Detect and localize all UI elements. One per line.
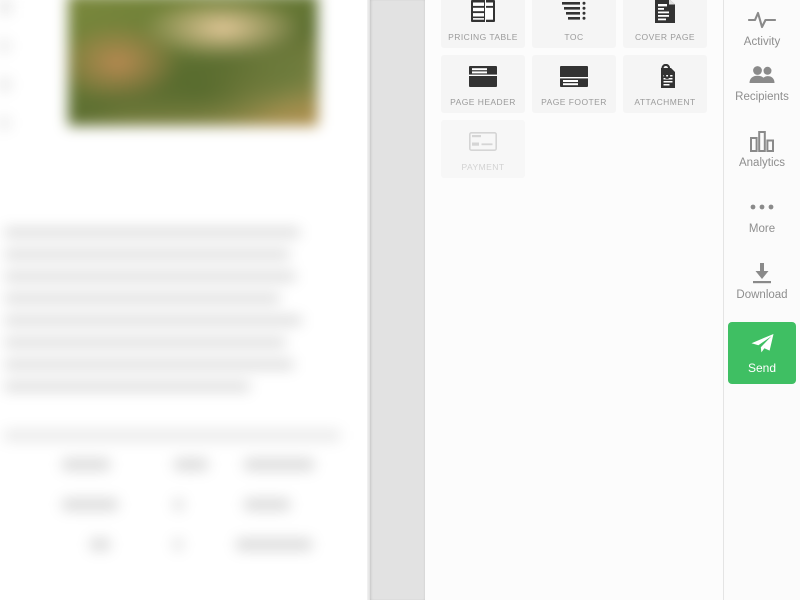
document-page[interactable] [0, 0, 370, 600]
page-header-icon [441, 55, 525, 98]
block-tile-label: PAGE FOOTER [541, 96, 607, 107]
block-tile-attachment[interactable]: ATTACHMENT [623, 55, 707, 113]
content-blocks-panel: PRICING TABLE TOC COVER PAGE PAGE HEADER… [425, 0, 723, 600]
document-editor-app: PRICING TABLE TOC COVER PAGE PAGE HEADER… [0, 0, 800, 600]
block-tile-label: PRICING TABLE [448, 31, 518, 42]
pricing-table-icon [441, 0, 525, 33]
cover-page-icon [623, 0, 707, 33]
rail-item-more[interactable]: More [724, 182, 800, 248]
table-row [4, 539, 340, 557]
block-tile-page-header[interactable]: PAGE HEADER [441, 55, 525, 113]
block-tile-cover-page[interactable]: COVER PAGE [623, 0, 707, 48]
more-dots-icon [749, 194, 775, 220]
right-rail: Activity Recipients Analytics More Downl… [724, 0, 800, 600]
send-paper-plane-icon [749, 332, 775, 357]
block-tile-pricing-table[interactable]: PRICING TABLE [441, 0, 525, 48]
block-tile-label: PAYMENT [461, 161, 505, 172]
rail-item-download[interactable]: Download [724, 248, 800, 314]
send-button-label: Send [747, 361, 777, 375]
block-tile-toc[interactable]: TOC [532, 0, 616, 48]
block-tile-label: TOC [564, 31, 584, 42]
recipients-people-icon [748, 62, 776, 88]
send-button[interactable]: Send [728, 322, 796, 384]
rail-item-label: More [748, 223, 776, 236]
block-tile-label: COVER PAGE [634, 31, 696, 42]
payment-card-icon [441, 120, 525, 163]
document-preview-pane[interactable] [0, 0, 370, 600]
table-row [4, 459, 340, 477]
activity-pulse-icon [748, 7, 776, 33]
download-arrow-icon [750, 260, 774, 286]
block-tile-page-footer[interactable]: PAGE FOOTER [532, 55, 616, 113]
rail-item-activity[interactable]: Activity [724, 0, 800, 50]
rail-item-label: Activity [743, 35, 781, 48]
page-footer-icon [532, 55, 616, 98]
rail-item-recipients[interactable]: Recipients [724, 50, 800, 116]
hero-photo[interactable] [68, 0, 318, 126]
rail-item-analytics[interactable]: Analytics [724, 116, 800, 182]
analytics-bars-icon [749, 128, 775, 154]
toc-icon [532, 0, 616, 33]
block-tile-label: PAGE HEADER [450, 96, 516, 107]
attachment-icon [623, 55, 707, 98]
document-table[interactable] [4, 430, 340, 579]
table-top-rule [4, 430, 340, 441]
rail-item-label: Recipients [735, 91, 789, 104]
content-blocks-grid: PRICING TABLE TOC COVER PAGE PAGE HEADER… [441, 0, 707, 178]
document-body-text [4, 228, 304, 404]
block-tile-payment: PAYMENT [441, 120, 525, 178]
document-page-edge [367, 0, 370, 600]
rail-item-label: Analytics [738, 157, 786, 170]
table-row [4, 499, 340, 517]
rail-item-label: Download [736, 289, 788, 302]
block-tile-label: ATTACHMENT [634, 96, 696, 107]
editor-gutter [370, 0, 425, 600]
